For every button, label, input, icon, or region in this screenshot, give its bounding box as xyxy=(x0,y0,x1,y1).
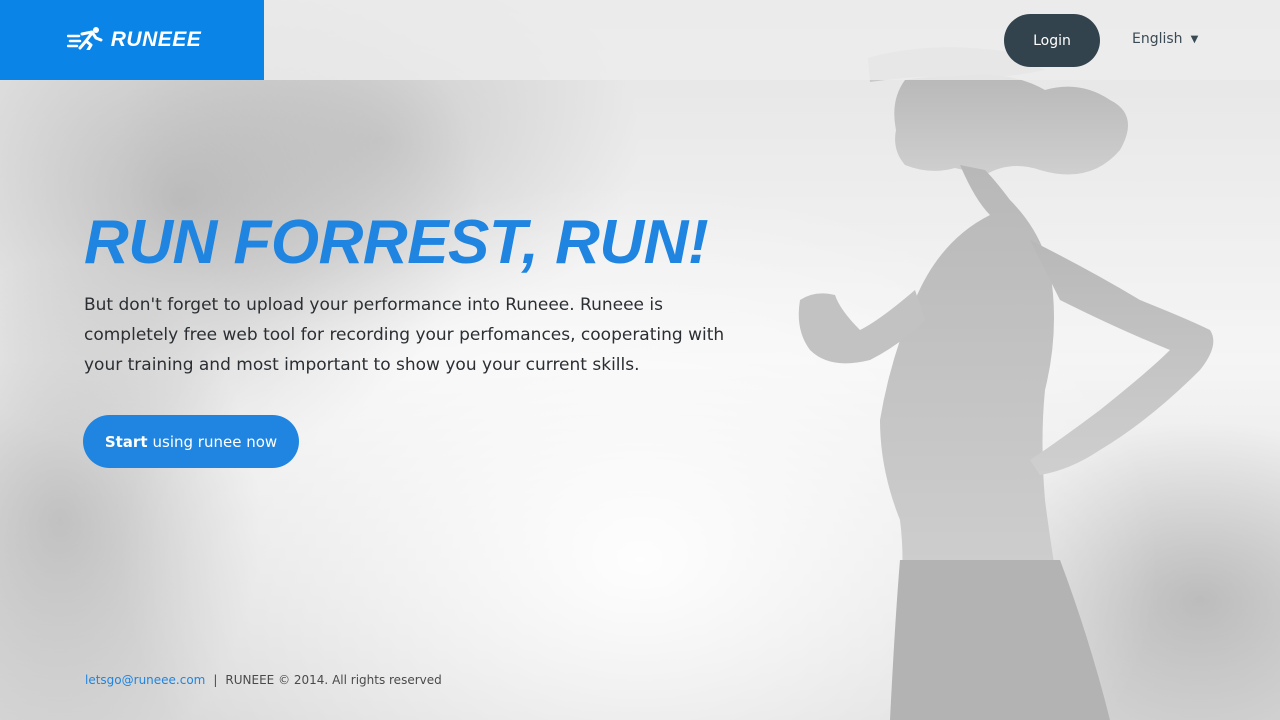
copyright-text: RUNEEE © 2014. All rights reserved xyxy=(225,673,442,687)
top-bar: RUNEEE Login English ▼ xyxy=(0,0,1280,80)
footer: letsgo@runeee.com | RUNEEE © 2014. All r… xyxy=(85,670,442,690)
brand-logo[interactable]: RUNEEE xyxy=(0,0,264,80)
cta-text: using runee now xyxy=(152,432,278,451)
language-selector[interactable]: English ▼ xyxy=(1132,29,1198,49)
hero-headline: RUN FORREST, RUN! xyxy=(84,208,709,277)
runner-icon xyxy=(66,26,103,54)
footer-separator: | xyxy=(213,673,218,687)
hero-description: But don't forget to upload your performa… xyxy=(84,295,725,375)
language-label: English xyxy=(1132,31,1183,47)
cta-bold-text: Start xyxy=(104,432,148,451)
contact-email-link[interactable]: letsgo@runeee.com xyxy=(85,673,205,687)
brand-name: RUNEEE xyxy=(110,28,202,51)
caret-down-icon: ▼ xyxy=(1190,33,1199,45)
login-button[interactable]: Login xyxy=(1004,14,1100,67)
start-button[interactable]: Start using runee now xyxy=(83,415,299,468)
